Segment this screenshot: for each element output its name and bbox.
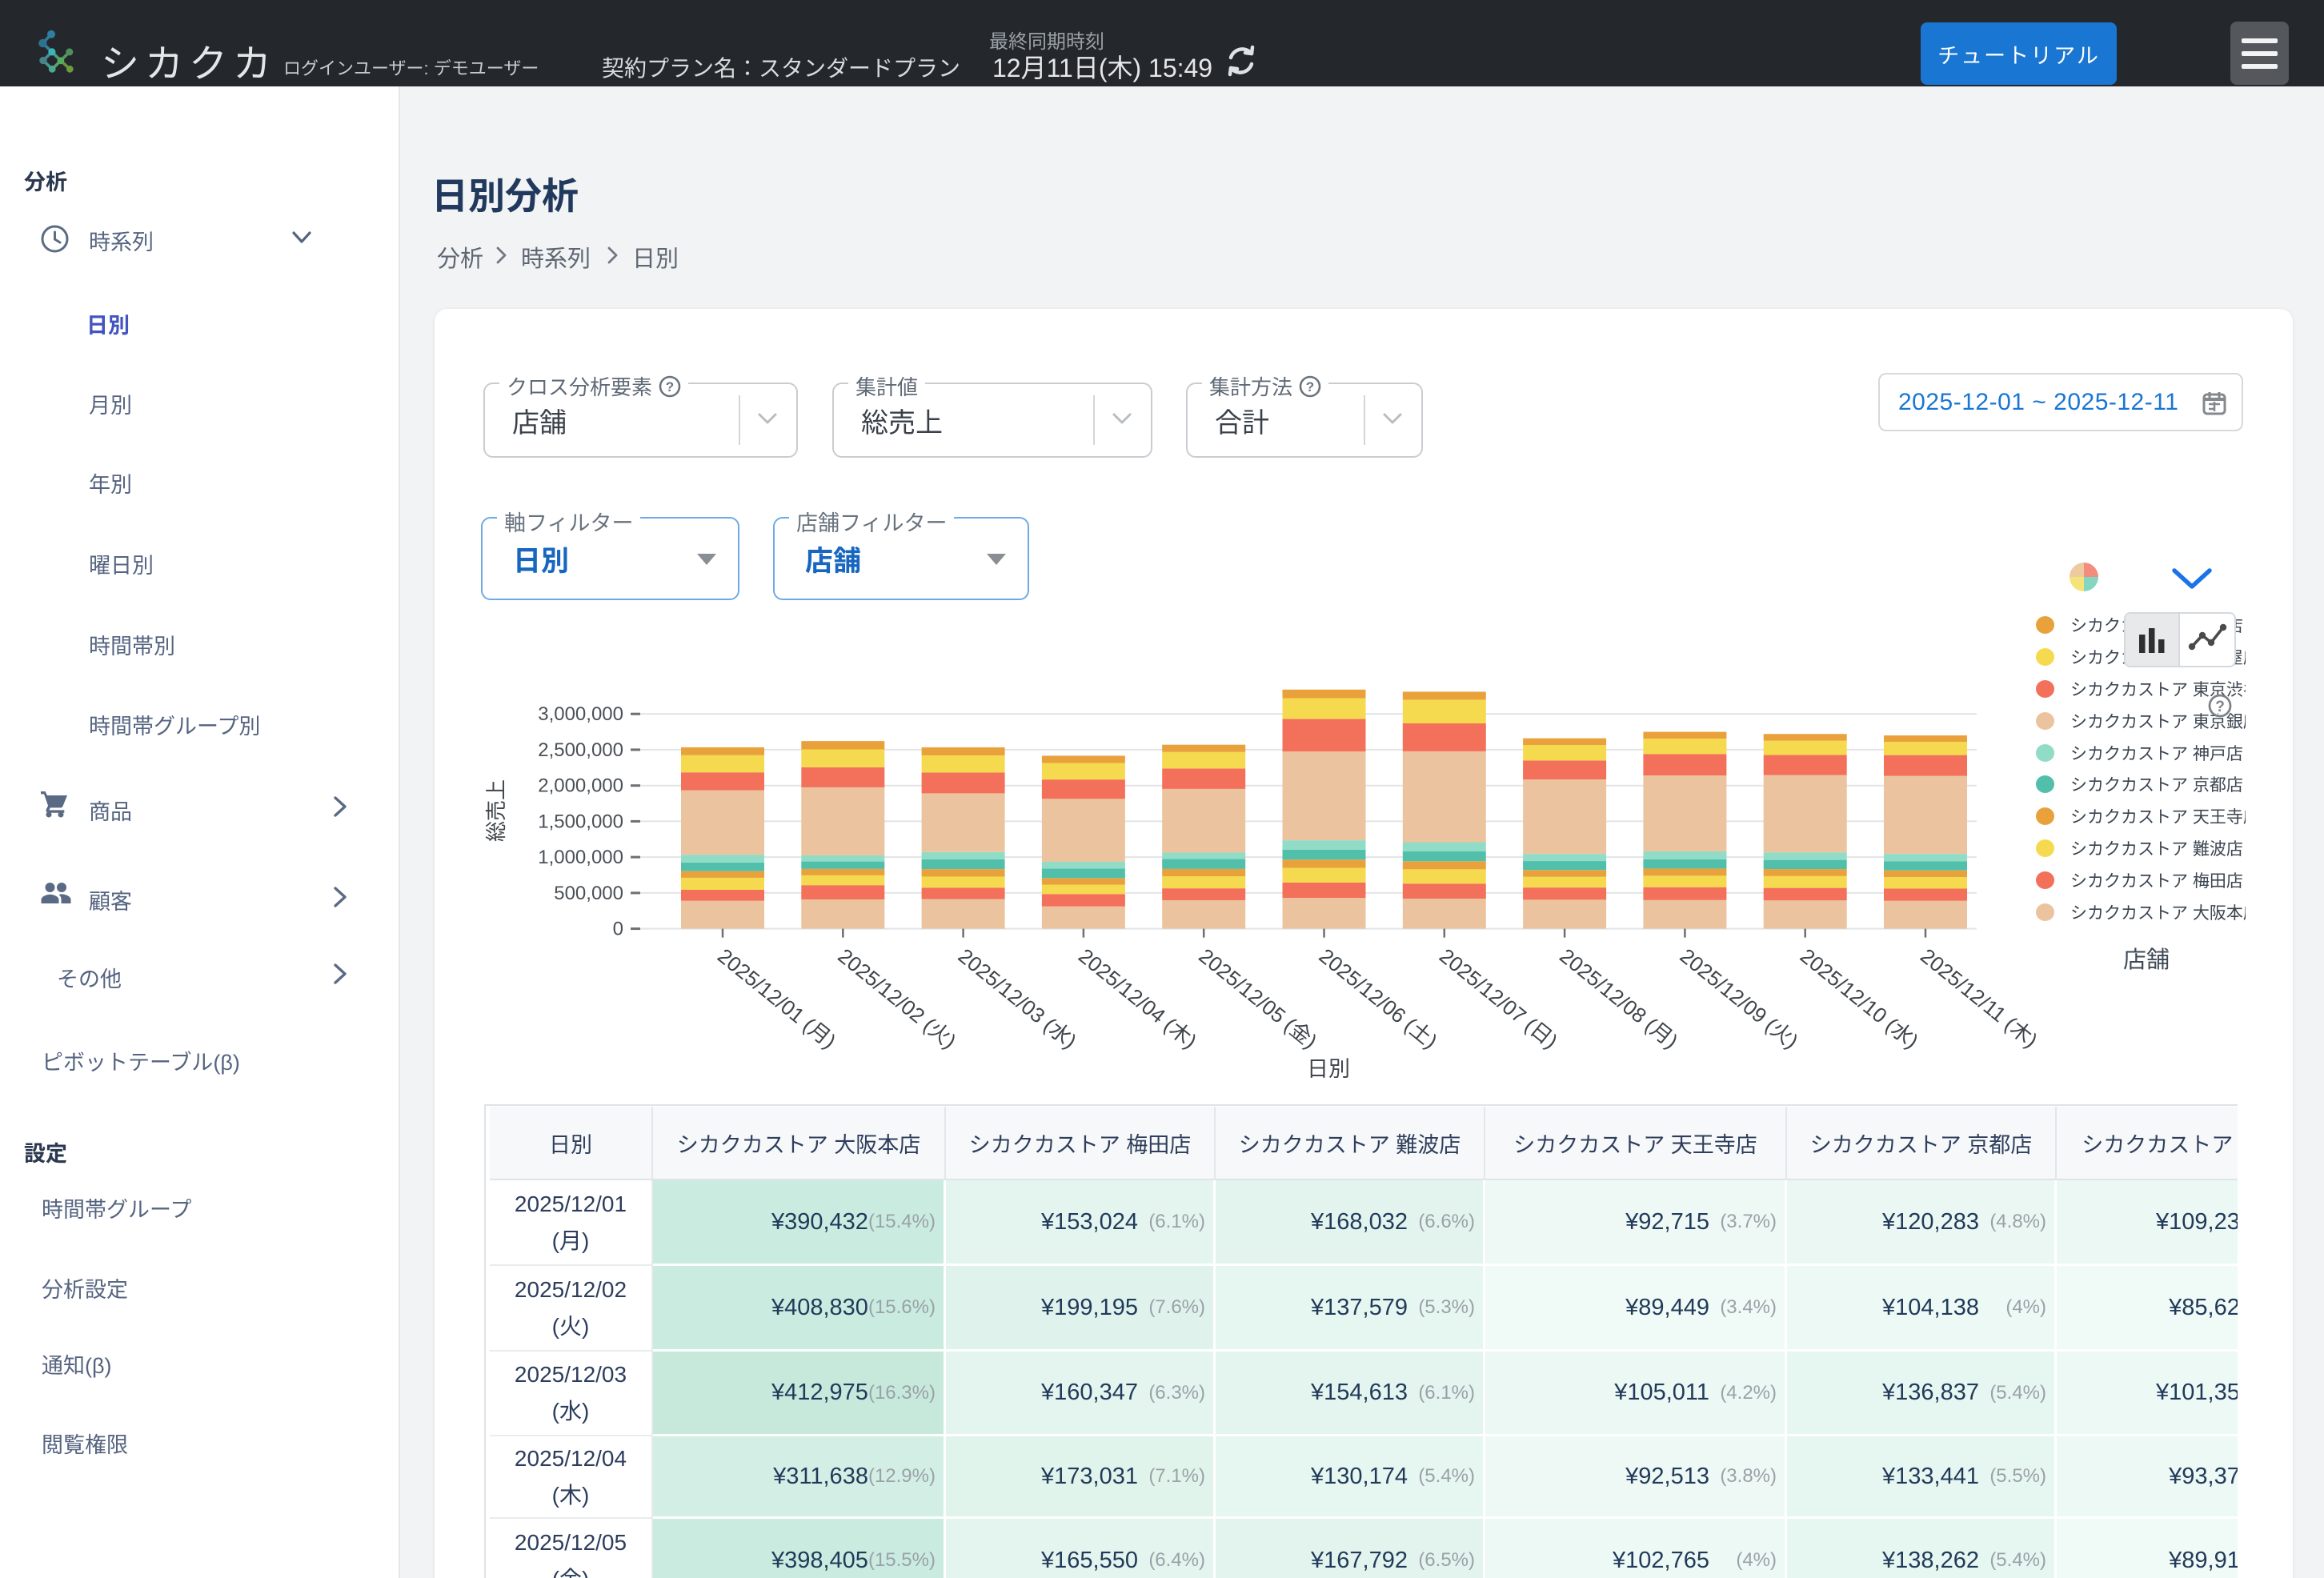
svg-text:3,000,000: 3,000,000: [538, 703, 623, 725]
svg-text:2025/12/08 (月): 2025/12/08 (月): [1555, 943, 1682, 1053]
svg-text:2025/12/01 (月): 2025/12/01 (月): [713, 943, 840, 1053]
svg-text:2025/12/06 (土): 2025/12/06 (土): [1315, 943, 1442, 1053]
svg-text:2,000,000: 2,000,000: [538, 775, 623, 797]
svg-text:500,000: 500,000: [554, 883, 623, 904]
svg-text:2,500,000: 2,500,000: [538, 739, 623, 761]
svg-text:日別: 日別: [1307, 1057, 1350, 1081]
svg-text:?: ?: [1306, 379, 1314, 394]
svg-text:1,500,000: 1,500,000: [538, 811, 623, 832]
svg-text:0: 0: [613, 919, 623, 940]
svg-text:2025/12/05 (金): 2025/12/05 (金): [1194, 943, 1321, 1053]
svg-text:?: ?: [2215, 699, 2225, 715]
svg-text:2025/12/11 (木): 2025/12/11 (木): [1916, 943, 2042, 1052]
svg-text:2025/12/04 (木): 2025/12/04 (木): [1074, 943, 1201, 1053]
svg-text:2025/12/07 (日): 2025/12/07 (日): [1435, 943, 1562, 1053]
svg-text:1,000,000: 1,000,000: [538, 847, 623, 868]
svg-text:総売上: 総売上: [484, 779, 508, 842]
svg-text:2025/12/03 (水): 2025/12/03 (水): [954, 943, 1081, 1053]
svg-text:2025/12/02 (火): 2025/12/02 (火): [833, 943, 960, 1053]
svg-text:2025/12/10 (水): 2025/12/10 (水): [1796, 943, 1923, 1053]
svg-text:2025/12/09 (火): 2025/12/09 (火): [1676, 943, 1803, 1053]
svg-text:?: ?: [666, 379, 674, 394]
